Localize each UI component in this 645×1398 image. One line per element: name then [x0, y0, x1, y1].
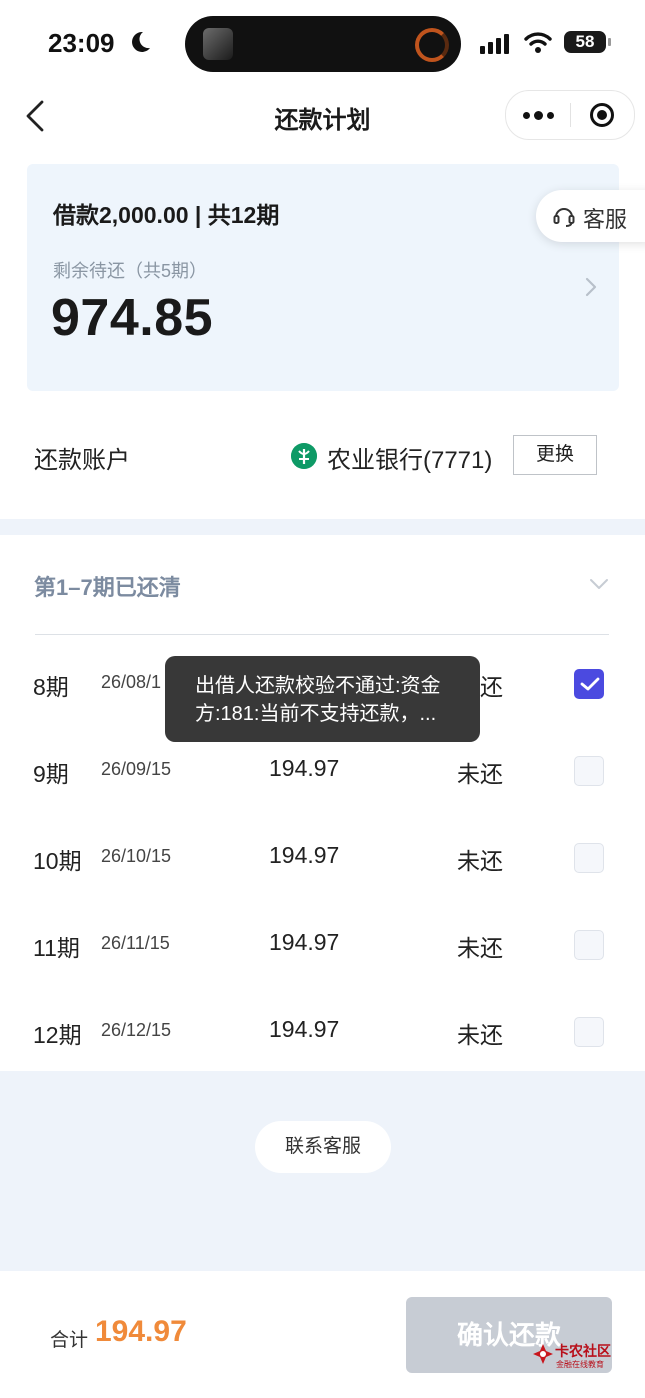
activity-ring-icon — [415, 28, 449, 62]
total-label: 合计 — [50, 1330, 89, 1351]
wifi-icon — [524, 32, 552, 53]
loan-info: 借款2,000.00 | 共12期 — [53, 202, 280, 228]
remaining-summary-card[interactable]: 借款2,000.00 | 共12期 剩余待还（共5期） 974.85 — [27, 164, 619, 391]
nav-bar: 还款计划 — [0, 88, 645, 144]
bottom-action-bar: 合计 194.97 确认还款 卡农社区 金融在线教育 — [0, 1271, 645, 1398]
chevron-down-icon[interactable] — [588, 577, 610, 591]
due-date: 26/11/15 — [101, 933, 170, 953]
chevron-right-icon — [585, 277, 597, 297]
capsule-divider — [570, 103, 571, 127]
plan-row[interactable]: 12期 26/12/15 194.97 未还 — [0, 1002, 645, 1062]
period-status: 还 — [480, 674, 503, 700]
period-label: 9期 — [33, 761, 69, 787]
change-account-button[interactable]: 更换 — [513, 435, 597, 475]
period-checkbox[interactable] — [574, 930, 604, 960]
remaining-label: 剩余待还（共5期） — [53, 261, 208, 281]
period-amount: 194.97 — [269, 1016, 340, 1042]
plan-row[interactable]: 11期 26/11/15 194.97 未还 — [0, 915, 645, 975]
due-date: 26/10/15 — [101, 846, 172, 866]
plan-row[interactable]: 9期 26/09/15 194.97 未还 — [0, 741, 645, 801]
plan-row[interactable]: 10期 26/10/15 194.97 未还 — [0, 828, 645, 888]
remaining-amount: 974.85 — [51, 289, 214, 347]
period-amount: 194.97 — [269, 755, 340, 781]
period-label: 10期 — [33, 848, 82, 874]
battery-indicator: 58 — [564, 31, 606, 53]
customer-service-label: 客服 — [583, 207, 628, 232]
due-date: 26/08/1 — [101, 672, 162, 692]
close-target-icon[interactable] — [590, 103, 614, 127]
paid-periods-summary[interactable]: 第1–7期已还清 — [34, 570, 181, 602]
period-status: 未还 — [457, 1022, 503, 1048]
period-checkbox[interactable] — [574, 1017, 604, 1047]
toast-line-1: 出借人还款校验不通过:资金 — [195, 675, 441, 697]
contact-service-button[interactable]: 联系客服 — [255, 1121, 391, 1173]
watermark: 卡农社区 金融在线教育 — [532, 1341, 612, 1371]
total-amount: 194.97 — [95, 1315, 187, 1348]
period-checkbox[interactable] — [574, 669, 604, 699]
more-icon[interactable] — [520, 101, 556, 129]
due-date: 26/09/15 — [101, 759, 172, 779]
period-status: 未还 — [457, 761, 503, 787]
error-toast: 出借人还款校验不通过:资金 方:181:当前不支持还款，... — [165, 656, 480, 742]
headset-icon — [553, 208, 575, 227]
period-label: 12期 — [33, 1022, 82, 1048]
check-icon — [580, 677, 600, 691]
battery-tip — [608, 38, 611, 46]
abc-bank-logo-icon — [291, 443, 317, 469]
signal-icon — [480, 34, 509, 54]
mini-program-capsule — [505, 90, 635, 140]
period-label: 8期 — [33, 674, 69, 700]
bank-account-name: 农业银行(7771) — [327, 447, 493, 474]
watermark-subtitle: 金融在线教育 — [556, 1360, 604, 1369]
period-checkbox[interactable] — [574, 843, 604, 873]
repayment-account-label: 还款账户 — [34, 447, 130, 474]
due-date: 26/12/15 — [101, 1020, 172, 1040]
now-playing-thumbnail — [203, 28, 233, 60]
status-time: 23:09 — [48, 28, 115, 58]
period-status: 未还 — [457, 935, 503, 961]
section-separator — [0, 519, 645, 535]
period-status: 未还 — [457, 848, 503, 874]
moon-icon — [132, 31, 150, 52]
toast-line-2: 方:181:当前不支持还款，... — [195, 703, 437, 725]
watermark-logo-icon — [533, 1344, 553, 1364]
period-label: 11期 — [33, 935, 80, 961]
period-amount: 194.97 — [269, 929, 340, 955]
divider — [35, 634, 609, 635]
dynamic-island — [185, 16, 461, 72]
period-amount: 194.97 — [269, 842, 340, 868]
period-checkbox[interactable] — [574, 756, 604, 786]
status-bar: 23:09 58 — [0, 0, 645, 88]
watermark-title: 卡农社区 — [555, 1343, 611, 1359]
customer-service-button[interactable]: 客服 — [536, 190, 645, 242]
